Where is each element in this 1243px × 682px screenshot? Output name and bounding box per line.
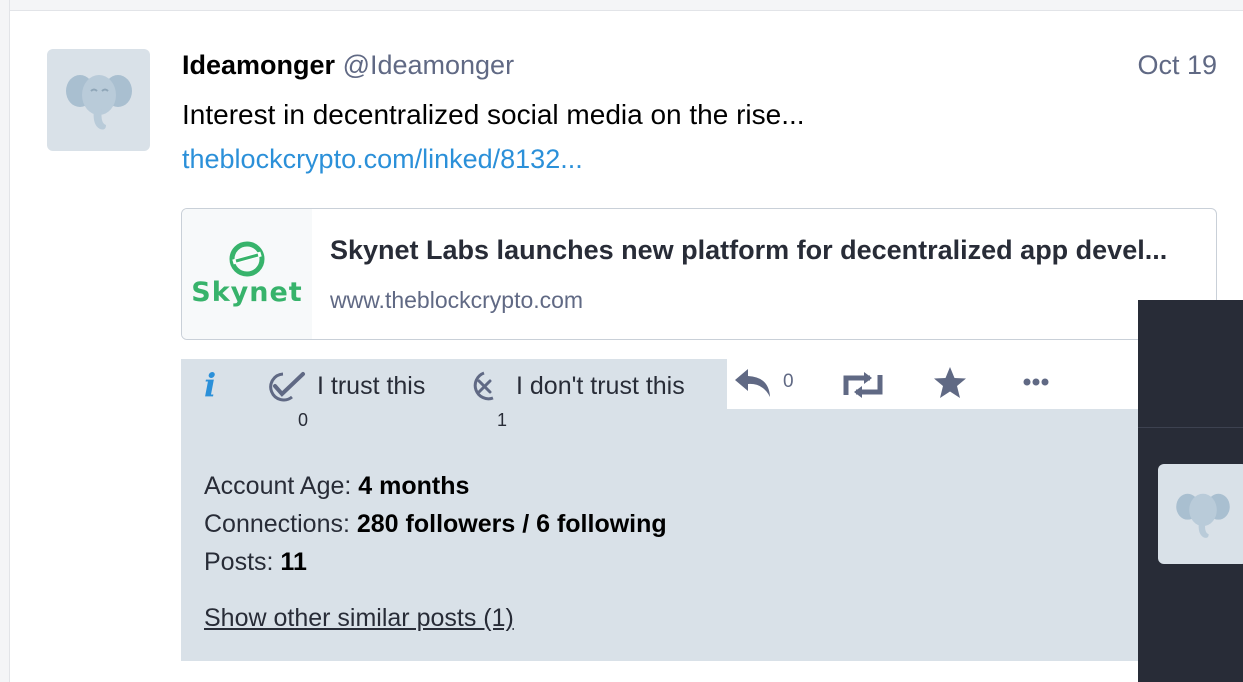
connections-value: 280 followers / 6 following [356, 510, 667, 538]
info-icon[interactable]: i [204, 366, 216, 404]
status-content: Interest in decentralized social media o… [182, 99, 805, 130]
skynet-logo-text: Skynet [191, 277, 303, 308]
boost-icon [843, 372, 883, 398]
card-thumbnail: Skynet [182, 209, 312, 339]
card-url: www.theblockcrypto.com [330, 287, 584, 313]
more-button[interactable] [1022, 377, 1056, 387]
panel-divider [1138, 427, 1243, 428]
distrust-label: I don't trust this [516, 371, 685, 400]
distrust-button[interactable]: I don't trust this [466, 368, 685, 404]
status-date[interactable]: Oct 19 [1137, 47, 1217, 83]
panel-avatar[interactable] [1158, 464, 1243, 564]
account-age-value: 4 months [358, 472, 470, 500]
skynet-logo-icon [229, 241, 265, 277]
trust-button[interactable]: I trust this [265, 368, 425, 404]
top-border [0, 0, 1243, 11]
check-circle-icon [269, 372, 305, 402]
status-link[interactable]: theblockcrypto.com/linked/8132... [182, 140, 583, 178]
star-icon [934, 367, 966, 398]
connections-row: Connections: 280 followers / 6 following [204, 505, 667, 543]
avatar[interactable] [47, 49, 150, 151]
reply-icon [735, 369, 770, 397]
reply-count: 0 [783, 371, 794, 392]
distrust-count: 1 [497, 410, 508, 430]
cross-circle-icon [473, 371, 494, 401]
account-handle[interactable]: @Ideamonger [343, 50, 515, 80]
account-stats: Account Age: 4 months Connections: 280 f… [204, 467, 667, 581]
status-header: Ideamonger @Ideamonger [182, 47, 514, 83]
elephant-icon [65, 75, 132, 130]
card-title: Skynet Labs launches new platform for de… [330, 235, 1168, 265]
more-icon [1023, 378, 1049, 386]
connections-label: Connections: [204, 510, 357, 538]
dark-sidebar-panel [1138, 300, 1243, 682]
elephant-icon [1176, 493, 1230, 538]
favourite-button[interactable] [932, 366, 968, 400]
account-age-row: Account Age: 4 months [204, 467, 667, 505]
posts-label: Posts: [204, 548, 281, 576]
left-border [0, 0, 10, 682]
show-similar-posts-link[interactable]: Show other similar posts (1) [204, 604, 514, 633]
trust-count: 0 [298, 410, 309, 430]
account-age-label: Account Age: [204, 472, 359, 500]
reply-button[interactable] [733, 367, 773, 399]
boost-button[interactable] [842, 371, 884, 399]
trust-label: I trust this [317, 371, 426, 400]
posts-row: Posts: 11 [204, 543, 667, 581]
display-name[interactable]: Ideamonger [182, 50, 335, 80]
link-preview-card[interactable]: Skynet Skynet Labs launches new platform… [181, 208, 1217, 340]
posts-value: 11 [280, 548, 307, 576]
